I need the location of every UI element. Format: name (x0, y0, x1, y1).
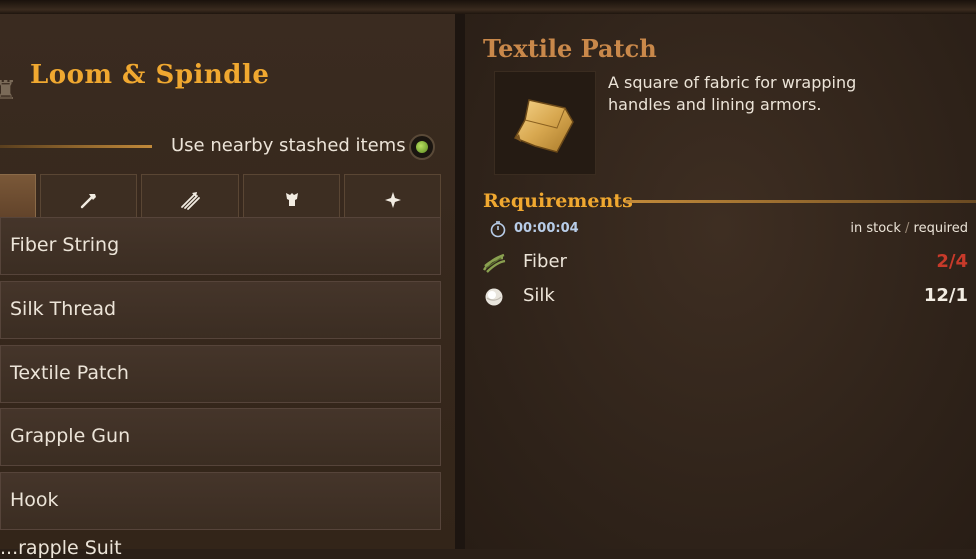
craft-time: 00:00:04 (514, 221, 579, 236)
requirements-title: Requirements (483, 190, 633, 212)
recipe-row[interactable]: Fiber String (0, 217, 441, 275)
requirement-name: Silk (523, 285, 555, 306)
item-description: A square of fabric for wrapping handles … (608, 73, 857, 114)
fiber-icon (482, 253, 506, 273)
recipe-row[interactable]: Grapple Gun (0, 408, 441, 466)
recipe-label-partial[interactable]: ...rapple Suit (0, 537, 122, 559)
station-title: Loom & Spindle (30, 60, 270, 90)
requirement-row: Silk 12/1 (465, 282, 976, 312)
stash-toggle[interactable] (409, 134, 435, 160)
stopwatch-icon (490, 221, 506, 238)
arrows-icon (181, 192, 200, 210)
stash-divider (0, 145, 152, 148)
requirement-count: 2/4 (936, 251, 968, 272)
recipe-label: Hook (10, 489, 59, 511)
panel-divider (455, 14, 465, 549)
hammer-icon (80, 194, 96, 209)
requirement-row: Fiber 2/4 (465, 248, 976, 278)
recipe-label: Grapple Gun (10, 425, 131, 447)
armor-icon (285, 193, 298, 206)
requirement-name: Fiber (523, 251, 567, 272)
recipe-label: Textile Patch (10, 362, 129, 384)
detail-panel: Textile Patch A square of fabric for wra… (465, 14, 976, 549)
recipe-row[interactable]: Silk Thread (0, 281, 441, 339)
sparkle-icon (384, 192, 401, 208)
requirement-count: 12/1 (923, 285, 968, 306)
recipe-label: Silk Thread (10, 298, 117, 320)
stash-label: Use nearby stashed items (171, 135, 406, 156)
item-title: Textile Patch (483, 34, 657, 63)
in-stock-label: in stock (850, 221, 901, 236)
top-bar (0, 0, 976, 14)
requirements-divider (625, 200, 976, 203)
fabric-patch-icon (513, 99, 574, 153)
required-label: required (913, 221, 968, 236)
station-icon: ♜ (0, 76, 18, 106)
recipe-panel: ♜ Loom & Spindle Use nearby stashed item… (0, 14, 459, 559)
silk-icon (485, 288, 503, 306)
stock-separator: / (904, 221, 910, 236)
recipe-row[interactable]: Hook (0, 472, 441, 530)
stock-header: in stock / required (850, 221, 968, 236)
recipe-row[interactable]: Textile Patch (0, 345, 441, 403)
recipe-label: Fiber String (10, 234, 120, 256)
item-image (494, 71, 596, 175)
